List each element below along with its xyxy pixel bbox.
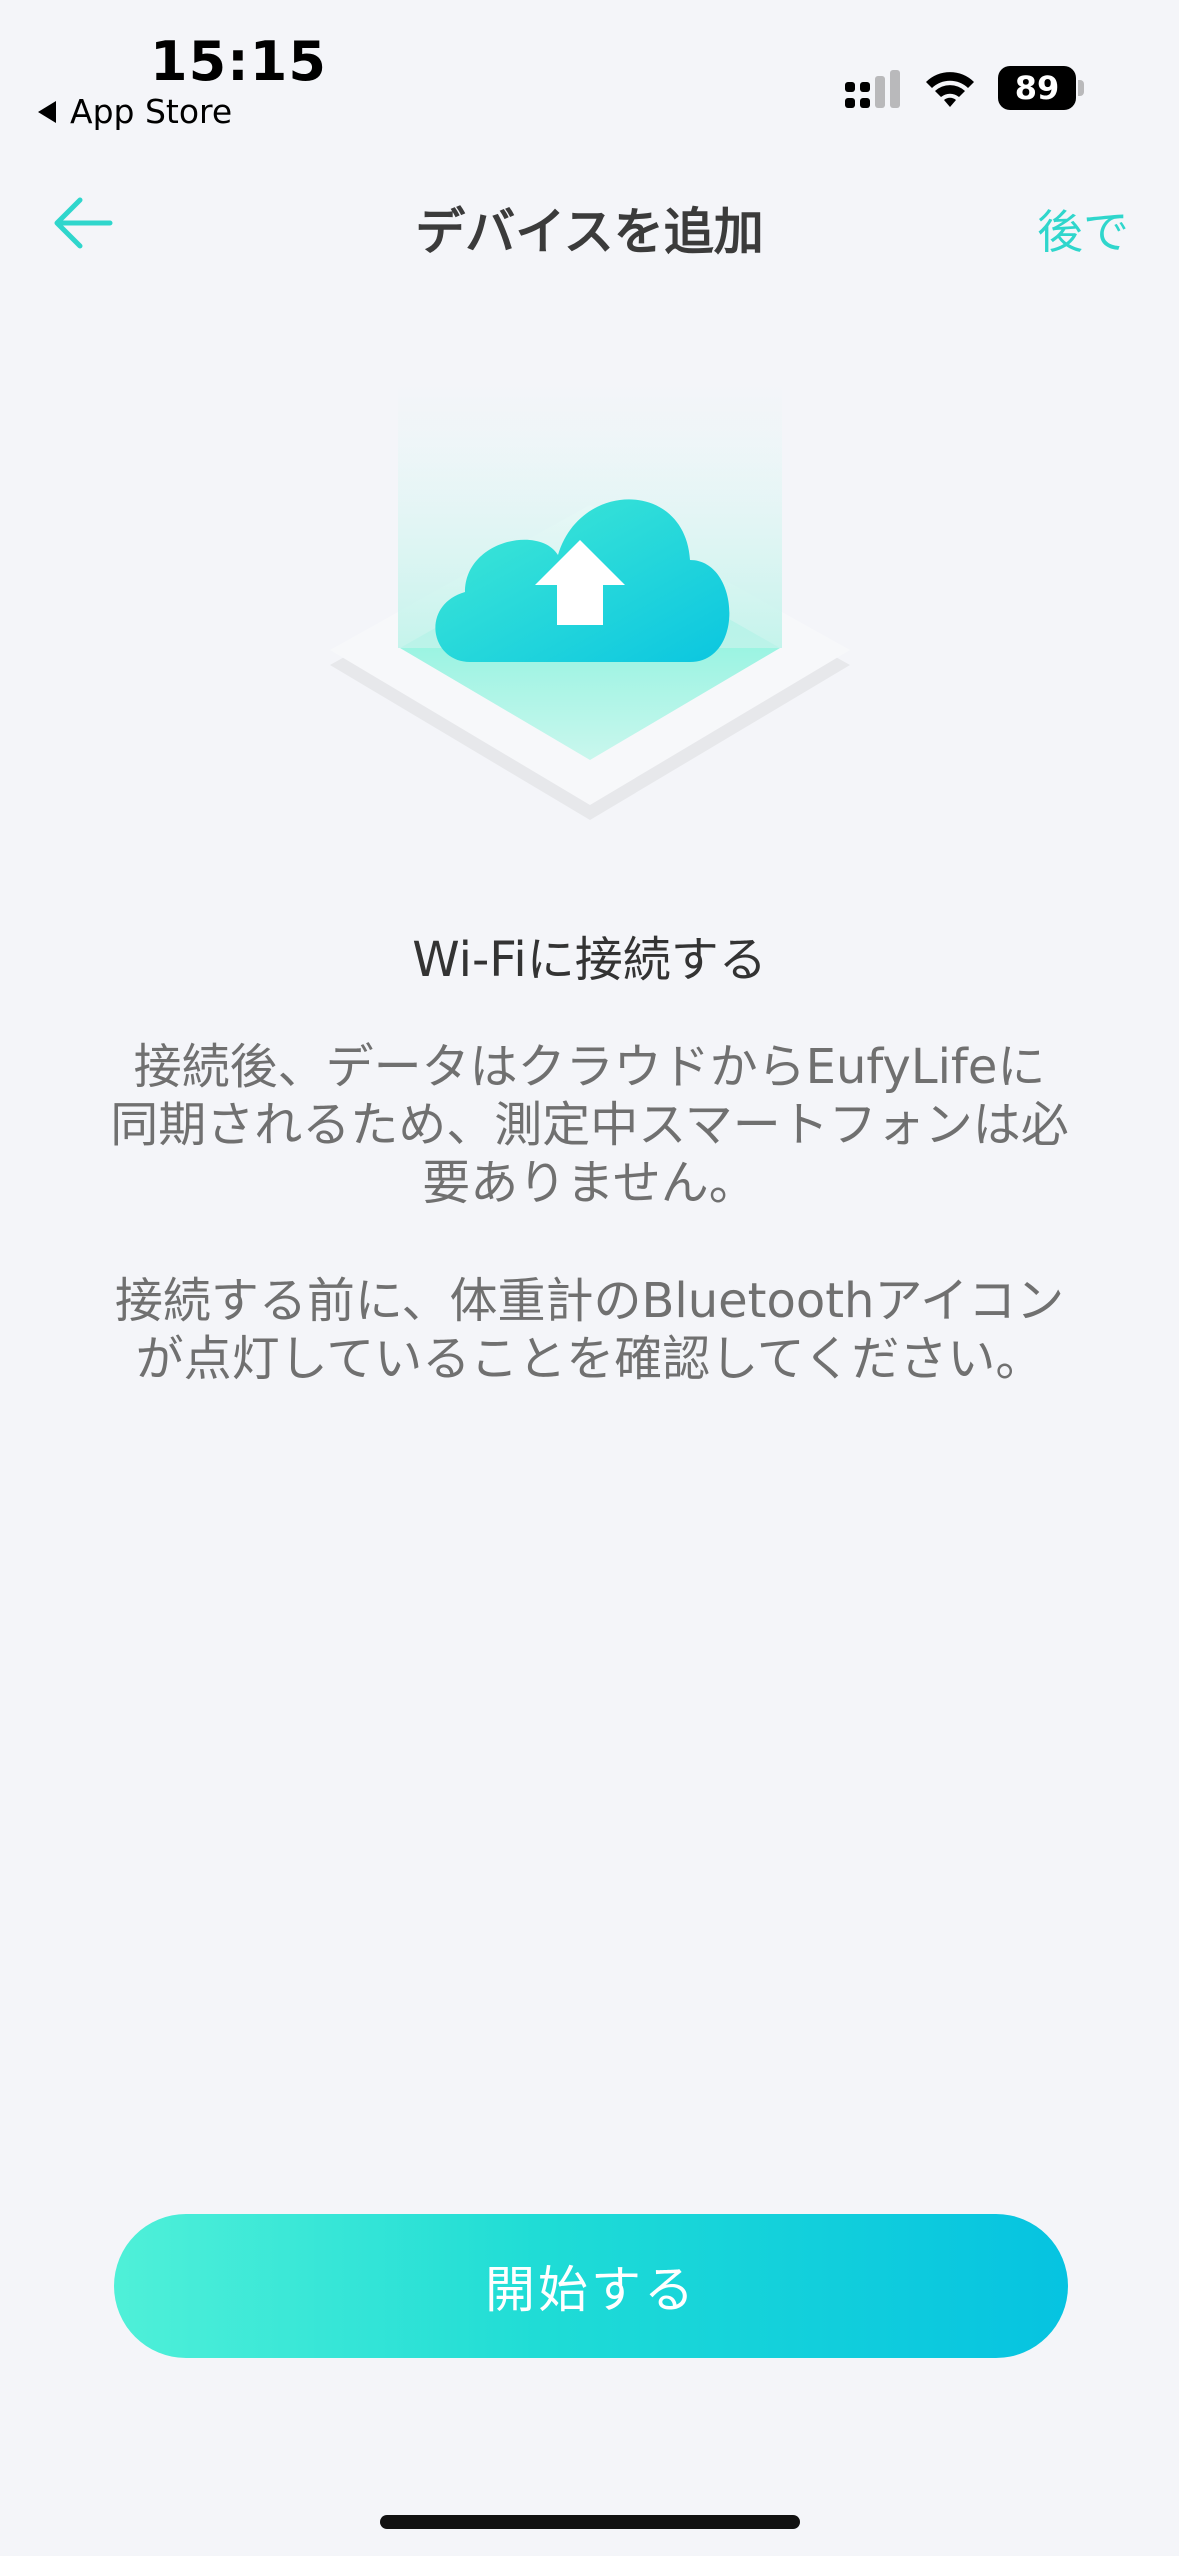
wifi-icon: [926, 72, 974, 107]
back-app-label: App Store: [70, 92, 233, 131]
back-to-app-store-link[interactable]: App Store: [38, 92, 232, 131]
battery-icon: 89: [998, 66, 1076, 110]
description-bluetooth: 接続する前に、体重計のBluetoothアイコンが点灯していることを確認してくだ…: [114, 1273, 1065, 1387]
description-sync: 接続後、データはクラウドからEufyLifeに同期されるため、測定中スマートフォ…: [110, 1039, 1069, 1211]
start-button-label: 開始する: [485, 2261, 697, 2319]
battery-level: 89: [1014, 69, 1060, 107]
battery-tip: [1078, 80, 1084, 96]
status-time: 15:15: [150, 30, 327, 93]
section-heading: Wi-Fiに接続する: [412, 932, 767, 988]
cellular-signal-icon: [845, 70, 900, 108]
cloud-upload-illustration: [330, 380, 850, 820]
back-triangle-icon: [38, 100, 56, 123]
later-button[interactable]: 後で: [1037, 196, 1129, 262]
start-button[interactable]: 開始する: [114, 2214, 1068, 2358]
page-title: デバイスを追加: [415, 203, 764, 261]
home-indicator[interactable]: [380, 2515, 800, 2529]
